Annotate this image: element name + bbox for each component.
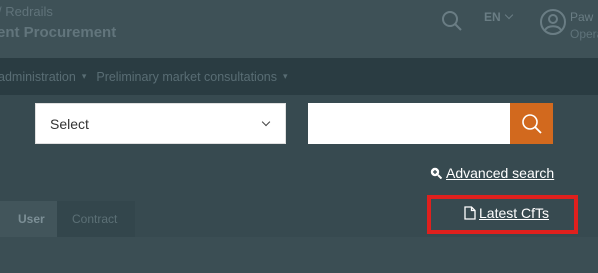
nav-item-market-consultations[interactable]: Preliminary market consultations ▾ [96,70,287,84]
brand-line1: / Redrails [0,4,53,19]
caret-down-icon: ▾ [282,71,288,81]
zoom-plus-icon [430,167,442,179]
language-selector[interactable]: EN [484,10,513,24]
language-label: EN [484,10,501,24]
advanced-search-link[interactable]: Advanced search [430,165,554,181]
tab-bar: User Contract [0,201,135,237]
select-value: Select [50,115,89,132]
caret-down-icon: ▾ [81,71,87,81]
search-input[interactable] [308,103,510,144]
header-search-icon[interactable] [440,9,464,33]
header: / Redrails ent Procurement EN Paw Operat… [0,0,598,58]
search-icon [521,113,542,134]
highlight-annotation [427,195,578,234]
user-role: Operator / [570,27,598,41]
main-nav: administration ▾ Preliminary market cons… [0,58,598,95]
brand-title[interactable]: ent Procurement [0,24,116,41]
tab-user[interactable]: User [0,201,57,237]
search-button[interactable] [510,103,553,144]
user-name[interactable]: Paw [570,10,593,24]
content-area [0,237,598,273]
chevron-down-icon [261,117,271,127]
advanced-search-label: Advanced search [446,165,555,181]
nav-item-administration[interactable]: administration ▾ [0,70,86,84]
category-select[interactable]: Select [35,103,286,144]
nav-item-label: administration [0,69,76,84]
chevron-down-icon [504,10,513,20]
tab-contract[interactable]: Contract [57,201,135,237]
nav-item-label: Preliminary market consultations [96,69,277,84]
user-circle-icon[interactable] [539,8,567,36]
